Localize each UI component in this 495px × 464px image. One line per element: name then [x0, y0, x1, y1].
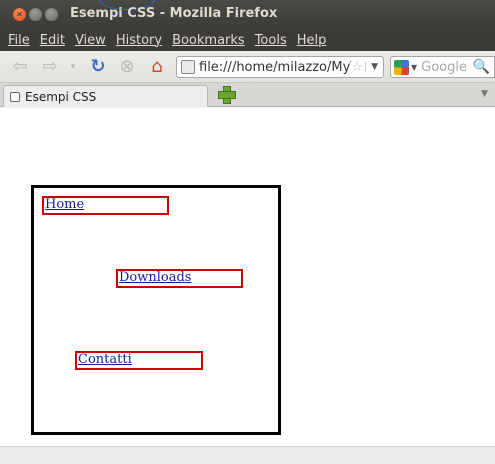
tab-esempi-css[interactable]: Esempi CSS [3, 85, 208, 107]
page-content: Home Downloads Contatti [0, 108, 495, 446]
minimize-window-button[interactable] [29, 8, 42, 21]
tab-bar: Esempi CSS ▼ [0, 83, 495, 107]
tab-favicon-icon [10, 91, 20, 102]
menu-tools[interactable]: Tools [255, 33, 287, 48]
reload-icon[interactable]: ↻ [88, 57, 108, 77]
search-engine-icon[interactable] [394, 59, 409, 75]
new-tab-plus-icon[interactable] [218, 86, 236, 104]
back-arrow-icon[interactable]: ⇦ [10, 57, 30, 77]
window-title: Esempi CSS - Mozilla Firefox [70, 6, 278, 21]
title-bar: ✕ Esempi CSS - Mozilla Firefox [0, 0, 495, 29]
link-downloads[interactable]: Downloads [116, 269, 243, 288]
home-icon[interactable]: ⌂ [147, 57, 167, 77]
tab-list-dropdown-icon[interactable]: ▼ [481, 89, 488, 99]
menu-history[interactable]: History [116, 33, 162, 48]
search-input[interactable]: Google [421, 60, 467, 75]
site-identity-icon[interactable] [181, 60, 195, 74]
url-dropdown-icon[interactable]: ▼ [365, 62, 383, 72]
menu-edit[interactable]: Edit [40, 33, 65, 48]
bookmark-star-icon[interactable]: ☆ [351, 60, 365, 75]
status-bar [0, 446, 495, 464]
search-box[interactable]: ▼ Google 🔍 [390, 56, 495, 78]
tab-title: Esempi CSS [25, 89, 97, 104]
menu-bookmarks[interactable]: Bookmarks [172, 33, 245, 48]
history-dropdown-icon[interactable]: ▾ [68, 57, 78, 77]
maximize-window-button[interactable] [45, 8, 58, 21]
navigation-toolbar: ⇦ ⇨ ▾ ↻ ⊗ ⌂ file:///home/milazzo/MyTe ☆ … [0, 51, 495, 83]
nav-container-box [31, 185, 281, 435]
url-text[interactable]: file:///home/milazzo/MyTe [199, 60, 351, 75]
close-icon: ✕ [16, 10, 23, 19]
search-engine-dropdown-icon[interactable]: ▼ [411, 63, 417, 72]
link-home[interactable]: Home [42, 196, 169, 215]
url-bar[interactable]: file:///home/milazzo/MyTe ☆ ▼ [176, 56, 384, 78]
search-icon[interactable]: 🔍 [473, 59, 490, 75]
close-window-button[interactable]: ✕ [13, 8, 26, 21]
menu-file[interactable]: File [8, 33, 30, 48]
forward-arrow-icon[interactable]: ⇨ [40, 57, 60, 77]
link-contatti[interactable]: Contatti [75, 351, 203, 370]
menu-bar: File Edit View History Bookmarks Tools H… [0, 29, 495, 51]
menu-help[interactable]: Help [297, 33, 327, 48]
stop-icon[interactable]: ⊗ [117, 57, 137, 77]
menu-view[interactable]: View [75, 33, 106, 48]
